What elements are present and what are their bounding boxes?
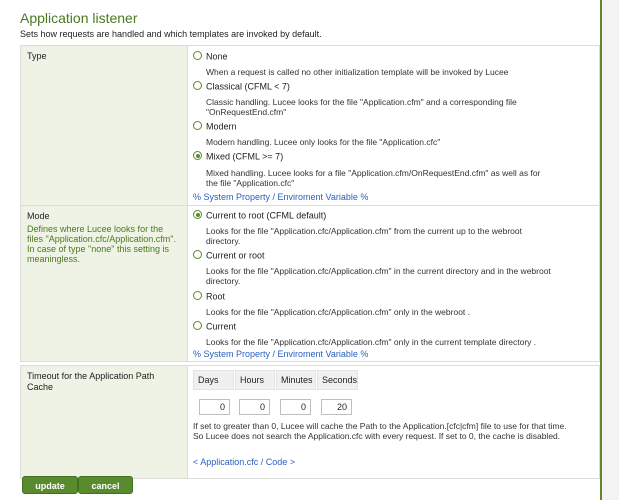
- type-option-none-label: None: [206, 51, 228, 62]
- type-option-none[interactable]: None: [193, 51, 228, 62]
- mode-option-current-label: Current: [206, 321, 237, 332]
- radio-modern[interactable]: [193, 121, 202, 131]
- type-label-cell: Type: [21, 46, 188, 211]
- type-option-mixed-label: Mixed (CFML >= 7): [206, 151, 284, 162]
- mode-label: Mode: [27, 211, 50, 221]
- mode-option-current-or-root[interactable]: Current or root: [193, 250, 265, 261]
- timeout-seconds-input[interactable]: 20: [321, 399, 352, 415]
- timeout-header-hours: Hours: [235, 370, 275, 390]
- type-env-variable-link[interactable]: % System Property / Enviroment Variable …: [193, 192, 368, 202]
- timeout-hours-input[interactable]: 0: [239, 399, 270, 415]
- radio-none[interactable]: [193, 51, 202, 61]
- timeout-description: If set to greater than 0, Lucee will cac…: [193, 421, 567, 441]
- timeout-row: Timeout for the Application Path Cache D…: [20, 365, 600, 479]
- timeout-header-days: Days: [193, 370, 234, 390]
- type-option-mixed-desc: Mixed handling. Lucee looks for a file "…: [206, 168, 541, 188]
- radio-root[interactable]: [193, 291, 202, 301]
- mode-option-current-to-root-desc: Looks for the file "Application.cfc/Appl…: [206, 226, 522, 246]
- mode-label-cell: Mode Defines where Lucee looks for the f…: [21, 206, 188, 361]
- cancel-button[interactable]: cancel: [78, 476, 133, 494]
- mode-option-root[interactable]: Root: [193, 291, 225, 302]
- timeout-header-minutes: Minutes: [276, 370, 316, 390]
- type-option-modern-label: Modern: [206, 121, 237, 132]
- mode-option-root-desc: Looks for the file "Application.cfc/Appl…: [206, 307, 471, 317]
- mode-option-current-to-root-label: Current to root (CFML default): [206, 210, 327, 221]
- type-option-modern-desc: Modern handling. Lucee only looks for th…: [206, 137, 441, 147]
- mode-option-current[interactable]: Current: [193, 321, 236, 332]
- timeout-days-input[interactable]: 0: [199, 399, 230, 415]
- radio-current-or-root[interactable]: [193, 250, 202, 260]
- type-option-mixed[interactable]: Mixed (CFML >= 7): [193, 151, 283, 162]
- radio-classical[interactable]: [193, 81, 202, 91]
- timeout-header-seconds: Seconds: [317, 370, 358, 390]
- type-option-classical[interactable]: Classical (CFML < 7): [193, 81, 290, 92]
- main-content: Application listener Sets how requests a…: [20, 10, 600, 479]
- radio-current[interactable]: [193, 321, 202, 331]
- mode-option-current-or-root-desc: Looks for the file "Application.cfc/Appl…: [206, 266, 551, 286]
- type-row: Type None When a request is called no ot…: [20, 45, 600, 212]
- type-option-modern[interactable]: Modern: [193, 121, 237, 132]
- mode-option-current-desc: Looks for the file "Application.cfc/Appl…: [206, 337, 537, 347]
- page-right-border: [600, 0, 619, 500]
- type-option-classical-label: Classical (CFML < 7): [206, 81, 290, 92]
- timeout-minutes-input[interactable]: 0: [280, 399, 311, 415]
- type-option-classical-desc: Classic handling. Lucee looks for the fi…: [206, 97, 517, 117]
- radio-mixed[interactable]: [193, 151, 202, 161]
- mode-env-variable-link[interactable]: % System Property / Enviroment Variable …: [193, 349, 368, 359]
- mode-option-root-label: Root: [206, 291, 226, 302]
- type-label: Type: [27, 51, 47, 61]
- mode-option-current-or-root-label: Current or root: [206, 250, 265, 261]
- mode-option-current-to-root[interactable]: Current to root (CFML default): [193, 210, 326, 221]
- type-option-none-desc: When a request is called no other initia…: [206, 67, 509, 77]
- radio-current-to-root[interactable]: [193, 210, 202, 220]
- timeout-label: Timeout for the Application Path Cache: [27, 371, 155, 392]
- application-code-link[interactable]: < Application.cfc / Code >: [193, 457, 295, 467]
- update-button[interactable]: update: [22, 476, 78, 494]
- timeout-label-cell: Timeout for the Application Path Cache: [21, 366, 188, 478]
- page-title: Application listener: [20, 10, 138, 26]
- mode-row: Mode Defines where Lucee looks for the f…: [20, 205, 600, 362]
- page-subtitle: Sets how requests are handled and which …: [20, 29, 322, 39]
- mode-description: Defines where Lucee looks for the files …: [27, 224, 176, 264]
